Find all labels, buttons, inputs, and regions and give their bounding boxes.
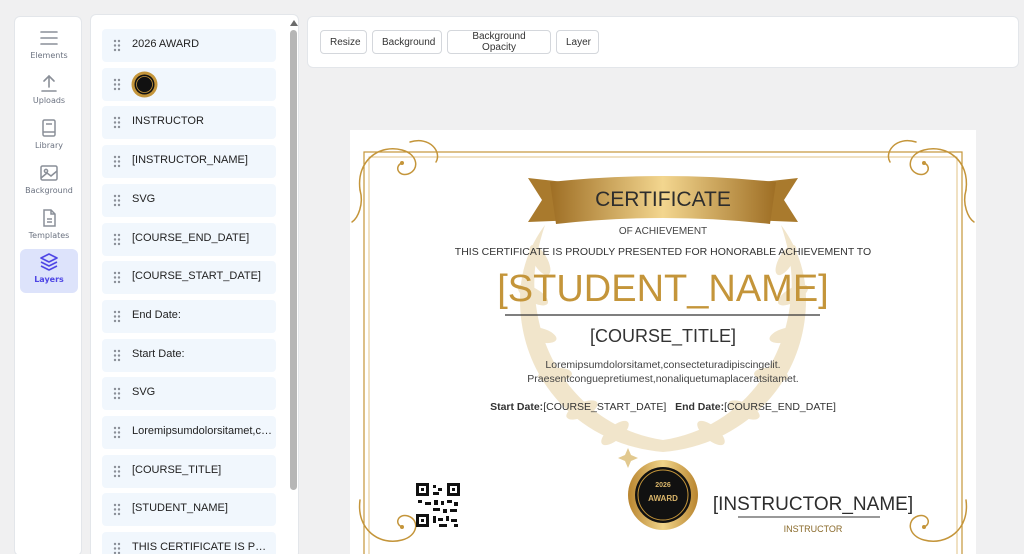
rail-item-elements[interactable]: Elements: [20, 25, 78, 69]
start-date-label[interactable]: Start Date:: [490, 401, 543, 413]
layer-item-label: [INSTRUCTOR_NAME]: [132, 154, 248, 167]
badge-year[interactable]: 2026: [633, 482, 693, 489]
layer-item[interactable]: 2026 AWARD: [102, 29, 276, 62]
start-date-value[interactable]: [COURSE_START_DATE]: [543, 401, 666, 413]
layers-icon: [40, 253, 58, 271]
menu-icon: [40, 31, 58, 45]
drag-handle-icon[interactable]: [113, 465, 121, 478]
layer-item-label: [COURSE_END_DATE]: [132, 231, 250, 244]
badge-text[interactable]: AWARD: [633, 494, 693, 503]
rail-item-uploads[interactable]: Uploads: [20, 70, 78, 114]
drag-handle-icon[interactable]: [113, 349, 121, 362]
drag-handle-icon[interactable]: [113, 155, 121, 168]
presented-line[interactable]: THIS CERTIFICATE IS PROUDLY PRESENTED FO…: [350, 246, 976, 258]
image-icon: [40, 165, 58, 181]
layer-item-label: End Date:: [132, 308, 181, 321]
student-name[interactable]: [STUDENT_NAME]: [350, 268, 976, 311]
template-icon: [43, 209, 56, 227]
drag-handle-icon[interactable]: [113, 271, 121, 284]
drag-handle-icon[interactable]: [113, 426, 121, 439]
layer-item-label: THIS CERTIFICATE IS PROUD...: [132, 541, 272, 554]
background-opacity-button[interactable]: Background Opacity: [447, 30, 551, 54]
drag-handle-icon[interactable]: [113, 542, 121, 554]
layer-item[interactable]: [COURSE_TITLE]: [102, 454, 276, 488]
layer-item[interactable]: End Date:: [102, 299, 276, 333]
rail-label: Background: [25, 186, 73, 195]
layer-item[interactable]: SVG: [102, 183, 276, 217]
certificate-banner-title[interactable]: CERTIFICATE: [350, 188, 976, 212]
drag-handle-icon[interactable]: [113, 78, 121, 91]
dates-row: Start Date:[COURSE_START_DATE] End Date:…: [350, 401, 976, 413]
rail-item-background[interactable]: Background: [20, 160, 78, 204]
scroll-up-arrow-icon[interactable]: [289, 19, 299, 27]
drag-handle-icon[interactable]: [113, 310, 121, 323]
upload-icon: [41, 74, 57, 92]
rail-item-templates[interactable]: Templates: [20, 205, 78, 249]
drag-handle-icon[interactable]: [113, 116, 121, 129]
layer-item[interactable]: [INSTRUCTOR_NAME]: [102, 145, 276, 179]
layer-item-label: [COURSE_START_DATE]: [132, 270, 261, 283]
rail-label: Uploads: [32, 96, 66, 105]
layer-item-label: Start Date:: [132, 347, 185, 360]
layer-item[interactable]: [STUDENT_NAME]: [102, 493, 276, 527]
drag-handle-icon[interactable]: [113, 39, 121, 52]
layer-item-label: [COURSE_TITLE]: [132, 463, 222, 476]
layer-item[interactable]: Loremipsumdolorsitamet,co...: [102, 416, 276, 449]
rail-item-library[interactable]: Library: [20, 115, 78, 159]
rail-label: Elements: [30, 51, 68, 60]
course-title[interactable]: [COURSE_TITLE]: [350, 326, 976, 347]
layer-item-label: SVG: [132, 192, 156, 205]
layer-item[interactable]: Start Date:: [102, 338, 276, 372]
layer-item-label: SVG: [132, 386, 156, 399]
description-line-1[interactable]: Loremipsumdolorsitamet,consecteturadipis…: [350, 359, 976, 371]
layer-item-label: [STUDENT_NAME]: [132, 502, 228, 515]
layer-item[interactable]: [102, 67, 276, 101]
layer-item[interactable]: THIS CERTIFICATE IS PROUD...: [102, 532, 276, 554]
certificate-canvas[interactable]: CERTIFICATE OF ACHIEVEMENT THIS CERTIFIC…: [350, 130, 976, 554]
instructor-role[interactable]: INSTRUCTOR: [700, 524, 926, 534]
layers-panel: 2026 AWARD INSTRUCTOR [INSTRUCTOR_NAME] SVG…: [90, 14, 299, 554]
layer-item-label: INSTRUCTOR: [132, 115, 204, 128]
layer-item[interactable]: [COURSE_END_DATE]: [102, 222, 276, 256]
award-badge-thumbnail-icon: [131, 71, 158, 98]
tool-rail: Elements Uploads Library Background Temp…: [14, 16, 82, 554]
background-button[interactable]: Background: [372, 30, 442, 54]
scrollbar-thumb[interactable]: [290, 30, 297, 490]
layer-item-label: Loremipsumdolorsitamet,co...: [132, 425, 272, 437]
certificate-subtitle[interactable]: OF ACHIEVEMENT: [350, 226, 976, 237]
layer-item[interactable]: [COURSE_START_DATE]: [102, 261, 276, 295]
rail-label: Library: [35, 141, 63, 150]
book-icon: [42, 119, 56, 137]
description-line-2[interactable]: Praesentconguepretiumest,nonaliquetumapl…: [350, 373, 976, 385]
rail-item-layers[interactable]: Layers: [20, 249, 78, 293]
toolbar: Resize Background Background Opacity Lay…: [307, 16, 1019, 68]
end-date-value[interactable]: [COURSE_END_DATE]: [724, 401, 836, 413]
drag-handle-icon[interactable]: [113, 194, 121, 207]
drag-handle-icon[interactable]: [113, 503, 121, 516]
layer-item[interactable]: SVG: [102, 377, 276, 411]
rail-label: Layers: [34, 275, 64, 284]
layer-button[interactable]: Layer: [556, 30, 599, 54]
layer-item-label: 2026 AWARD: [132, 38, 200, 50]
rail-label: Templates: [28, 231, 70, 240]
end-date-label[interactable]: End Date:: [675, 401, 724, 413]
instructor-name[interactable]: [INSTRUCTOR_NAME]: [700, 494, 926, 516]
drag-handle-icon[interactable]: [113, 387, 121, 400]
drag-handle-icon[interactable]: [113, 233, 121, 246]
layer-item[interactable]: INSTRUCTOR: [102, 106, 276, 140]
resize-button[interactable]: Resize: [320, 30, 367, 54]
qr-code[interactable]: [416, 483, 460, 527]
